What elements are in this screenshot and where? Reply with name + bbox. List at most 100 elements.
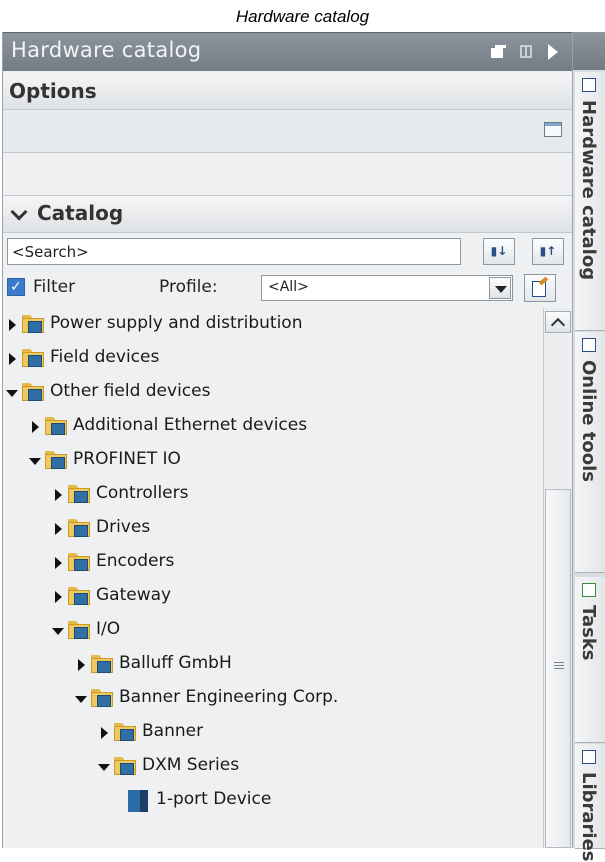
tree-node-label: Balluff GmbH — [119, 653, 232, 673]
expanded-arrow-icon[interactable] — [52, 628, 64, 635]
side-tab-label: Libraries — [578, 772, 599, 862]
task-card-strip: Hardware catalog Online tools Tasks Librari… — [572, 32, 605, 862]
tree-node[interactable]: Other field devices — [3, 376, 543, 410]
tree-node-label: Banner — [142, 721, 204, 741]
side-tab-label: Hardware catalog — [578, 100, 599, 281]
folder-icon — [68, 485, 90, 503]
tree-node[interactable]: PROFINET IO — [3, 444, 543, 478]
tree-node-label: Additional Ethernet devices — [73, 415, 308, 435]
tree-node[interactable]: Controllers — [3, 478, 543, 512]
expanded-arrow-icon[interactable] — [6, 390, 18, 397]
collapsed-arrow-icon[interactable] — [55, 591, 62, 603]
catalog-section-header[interactable]: Catalog — [3, 195, 573, 233]
folder-icon — [22, 349, 44, 367]
tree-node[interactable]: Field devices — [3, 342, 543, 376]
search-up-icon[interactable]: ▮↑ — [532, 238, 564, 265]
dock-window-icon[interactable] — [518, 43, 536, 61]
expanded-arrow-icon[interactable] — [75, 696, 87, 703]
tree-node-label: 1-port Device — [156, 789, 272, 809]
tree-node-label: Encoders — [96, 551, 175, 571]
collapsed-arrow-icon[interactable] — [9, 353, 16, 365]
hardware-catalog-panel: Hardware catalog Options Catalog ▮↓ ▮↑ ✓… — [2, 32, 573, 848]
side-strip-top — [573, 32, 605, 70]
folder-icon — [22, 383, 44, 401]
collapsed-arrow-icon[interactable] — [9, 319, 16, 331]
tree-node-label: Field devices — [50, 347, 160, 367]
float-window-icon[interactable] — [489, 43, 507, 61]
device-icon — [128, 790, 148, 812]
tree-node-label: PROFINET IO — [73, 449, 181, 469]
tree-node-label: I/O — [96, 619, 121, 639]
folder-icon — [68, 553, 90, 571]
tree-node[interactable]: Encoders — [3, 546, 543, 580]
folder-icon — [68, 519, 90, 537]
panel-titlebar: Hardware catalog — [3, 32, 573, 71]
folder-icon — [22, 315, 44, 333]
folder-icon — [91, 655, 113, 673]
side-tab[interactable]: Online tools — [575, 332, 605, 573]
tree-node[interactable]: Gateway — [3, 580, 543, 614]
tree-node-label: Power supply and distribution — [50, 313, 303, 333]
profile-label: Profile: — [159, 277, 218, 297]
tree-node-label: Banner Engineering Corp. — [119, 687, 339, 707]
side-tab[interactable]: Hardware catalog — [575, 72, 605, 331]
libraries-icon — [582, 750, 596, 764]
catalog-label: Catalog — [37, 201, 124, 225]
tree-node[interactable]: Balluff GmbH — [3, 648, 543, 682]
chevron-down-icon[interactable] — [10, 203, 28, 221]
search-input[interactable] — [7, 238, 461, 265]
options-section-body — [3, 110, 573, 153]
tasks-icon — [582, 583, 596, 597]
tree-node[interactable]: I/O — [3, 614, 543, 648]
profile-select[interactable]: <All> — [261, 275, 513, 301]
side-tab[interactable]: Tasks — [575, 577, 605, 743]
online-tools-icon — [582, 338, 596, 352]
tree-node-label: Gateway — [96, 585, 172, 605]
tree-node[interactable]: Additional Ethernet devices — [3, 410, 543, 444]
filter-label: Filter — [33, 277, 76, 297]
side-tab-label: Online tools — [578, 360, 599, 482]
side-tab[interactable]: Libraries — [575, 744, 605, 862]
filter-checkbox[interactable]: ✓ — [7, 278, 25, 296]
collapsed-arrow-icon[interactable] — [78, 659, 85, 671]
options-label: Options — [9, 79, 97, 103]
folder-icon — [68, 621, 90, 639]
tree-node[interactable]: Drives — [3, 512, 543, 546]
tree-node[interactable]: Banner Engineering Corp. — [3, 682, 543, 716]
side-tab-label: Tasks — [578, 605, 599, 661]
collapsed-arrow-icon[interactable] — [101, 727, 108, 739]
scroll-up-icon[interactable] — [545, 311, 571, 333]
tree-node[interactable]: Power supply and distribution — [3, 308, 543, 342]
search-down-icon[interactable]: ▮↓ — [483, 238, 515, 265]
expanded-arrow-icon[interactable] — [98, 764, 110, 771]
folder-icon — [68, 587, 90, 605]
tree-node-label: Controllers — [96, 483, 189, 503]
folder-icon — [45, 451, 67, 469]
profile-value: <All> — [268, 279, 309, 295]
folder-icon — [114, 723, 136, 741]
panel-title: Hardware catalog — [11, 38, 202, 62]
tree-node[interactable]: Banner — [3, 716, 543, 750]
collapsed-arrow-icon[interactable] — [55, 489, 62, 501]
tree-node-label: Other field devices — [50, 381, 211, 401]
tree-node[interactable]: DXM Series — [3, 750, 543, 784]
folder-icon — [91, 689, 113, 707]
catalog-tree: Power supply and distribution Field devic… — [3, 308, 543, 848]
tree-scrollbar[interactable] — [543, 308, 573, 848]
folder-icon — [45, 417, 67, 435]
scroll-thumb[interactable] — [545, 489, 571, 848]
options-window-icon[interactable] — [544, 122, 562, 137]
collapsed-arrow-icon[interactable] — [55, 523, 62, 535]
options-section-header[interactable]: Options — [3, 73, 573, 110]
collapsed-arrow-icon[interactable] — [55, 557, 62, 569]
collapse-panel-arrow-icon[interactable] — [544, 43, 562, 61]
collapsed-arrow-icon[interactable] — [32, 421, 39, 433]
edit-profile-icon[interactable] — [524, 274, 556, 302]
catalog-icon — [582, 78, 596, 92]
dropdown-arrow-icon[interactable] — [489, 277, 511, 299]
figure-caption: Hardware catalog — [235, 7, 370, 26]
tree-node[interactable]: 1-port Device — [3, 784, 543, 818]
folder-icon — [114, 757, 136, 775]
expanded-arrow-icon[interactable] — [29, 458, 41, 465]
tree-node-label: Drives — [96, 517, 151, 537]
